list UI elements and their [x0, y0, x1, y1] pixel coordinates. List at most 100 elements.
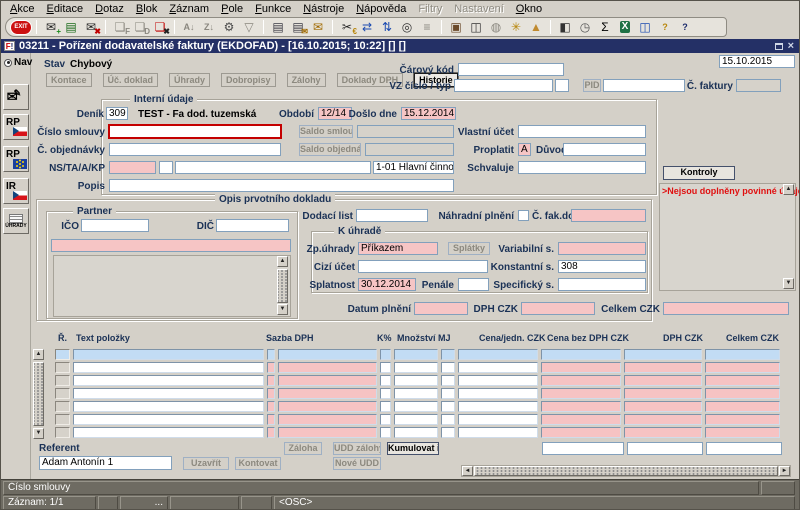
close-window-icon[interactable]: ×	[788, 41, 794, 51]
tab-dobropisy[interactable]: Dobropisy	[221, 73, 276, 87]
total-cena-bez-dph-field[interactable]	[542, 442, 624, 455]
kontroly-button[interactable]: Kontroly	[663, 166, 735, 180]
web-document-icon[interactable]: ◫	[636, 19, 654, 35]
cell-kpct[interactable]	[380, 388, 391, 399]
save-note-icon[interactable]: ◫	[467, 19, 485, 35]
dodaci-list-field[interactable]	[356, 209, 428, 222]
zpuhrady-field[interactable]: Příkazem	[358, 242, 438, 255]
scroll-down-icon[interactable]: ▼	[783, 278, 794, 289]
sort-ascending-icon[interactable]: A↓	[180, 19, 198, 35]
zaloha-button[interactable]: Záloha	[284, 442, 322, 455]
popis-field[interactable]	[109, 179, 454, 192]
folder-d-icon[interactable]: ❏D	[131, 19, 149, 35]
dic-field[interactable]	[216, 219, 289, 232]
specificky-field[interactable]	[558, 278, 646, 291]
dph-czk-field[interactable]	[521, 302, 595, 315]
cell-mnoz[interactable]	[394, 414, 438, 425]
cell-mj[interactable]	[441, 388, 455, 399]
print-icon[interactable]: ▤	[269, 19, 287, 35]
cell-mnoz[interactable]	[394, 362, 438, 373]
folder-cancel-icon[interactable]: ❏✖	[151, 19, 169, 35]
scroll-down-icon[interactable]: ▼	[277, 304, 288, 315]
ta-field[interactable]	[159, 161, 173, 174]
kontovat-button[interactable]: Kontovat	[235, 457, 281, 470]
cell-text[interactable]	[73, 427, 264, 438]
celkem-czk-field[interactable]	[663, 302, 789, 315]
cell-code[interactable]	[267, 401, 275, 412]
export-transfer-icon[interactable]: ⇅	[378, 19, 396, 35]
cell-code[interactable]	[267, 388, 275, 399]
helm-icon[interactable]: ✳	[507, 19, 525, 35]
cell-cjedn[interactable]	[458, 388, 538, 399]
denik-field[interactable]: 309	[106, 107, 128, 120]
schvaluje-field[interactable]	[518, 161, 646, 174]
cell-sel[interactable]	[55, 362, 70, 373]
cell-mj[interactable]	[441, 414, 455, 425]
cell-cdph[interactable]	[624, 375, 702, 386]
clipboard-icon[interactable]: ▣	[447, 19, 465, 35]
cell-kpct[interactable]	[380, 375, 391, 386]
cfakdod-field[interactable]	[571, 209, 646, 222]
send-mail-icon[interactable]: ✉	[309, 19, 327, 35]
cell-kpct[interactable]	[380, 401, 391, 412]
cell-sazba[interactable]	[278, 414, 377, 425]
menu-item-okno[interactable]: Okno	[510, 3, 548, 15]
cell-cdph[interactable]	[624, 401, 702, 412]
new-record-icon[interactable]: ✉+	[42, 19, 60, 35]
cell-ccelk[interactable]	[705, 375, 780, 386]
cell-code[interactable]	[267, 427, 275, 438]
menu-item-akce[interactable]: Akce	[4, 3, 40, 15]
table-scroll-down-icon[interactable]: ▼	[33, 428, 44, 439]
cell-text[interactable]	[73, 388, 264, 399]
pyramid-icon[interactable]: ▲	[527, 19, 545, 35]
tab--doklad[interactable]: Úč. doklad	[103, 73, 159, 87]
cell-kpct[interactable]	[380, 427, 391, 438]
cell-code[interactable]	[267, 375, 275, 386]
cell-mj[interactable]	[441, 349, 455, 360]
sort-descending-icon[interactable]: Z↓	[200, 19, 218, 35]
cell-cjedn[interactable]	[458, 427, 538, 438]
cell-code[interactable]	[267, 349, 275, 360]
cell-sazba[interactable]	[278, 401, 377, 412]
cell-ccelk[interactable]	[705, 401, 780, 412]
menu-item-blok[interactable]: Blok	[130, 3, 163, 15]
cell-mnoz[interactable]	[394, 401, 438, 412]
cell-kpct[interactable]	[380, 362, 391, 373]
cell-sazba[interactable]	[278, 388, 377, 399]
print-mail-icon[interactable]: ▤✉	[289, 19, 307, 35]
menu-item-záznam[interactable]: Záznam	[163, 3, 215, 15]
duvod-field[interactable]	[563, 143, 646, 156]
objednavka-field[interactable]	[109, 143, 281, 156]
saldo-objednavky-button[interactable]: Saldo objednávky	[299, 143, 361, 156]
cell-cbez[interactable]	[541, 349, 621, 360]
cell-cjedn[interactable]	[458, 401, 538, 412]
tab-z-lohy[interactable]: Zálohy	[287, 73, 326, 87]
nahradni-plneni-checkbox[interactable]	[518, 210, 529, 221]
save-record-icon[interactable]: ▤	[62, 19, 80, 35]
cell-sel[interactable]	[55, 375, 70, 386]
menu-item-nástroje[interactable]: Nástroje	[297, 3, 350, 15]
cell-cdph[interactable]	[624, 427, 702, 438]
cell-cbez[interactable]	[541, 414, 621, 425]
scroll-right-icon[interactable]: ►	[779, 466, 790, 476]
cell-mj[interactable]	[441, 362, 455, 373]
cell-text[interactable]	[73, 362, 264, 373]
doslo-field[interactable]: 15.12.2014	[401, 107, 456, 120]
cislo-smlouvy-field[interactable]	[109, 125, 281, 138]
invoice-no-field[interactable]	[736, 79, 781, 92]
tab--hrady[interactable]: Úhrady	[169, 73, 210, 87]
saldo-smlouvy-button[interactable]: Saldo smlouvy	[299, 125, 353, 138]
cell-mnoz[interactable]	[394, 349, 438, 360]
list-icon[interactable]: ≡	[418, 19, 436, 35]
cell-mj[interactable]	[441, 401, 455, 412]
cell-ccelk[interactable]	[705, 427, 780, 438]
cell-ccelk[interactable]	[705, 349, 780, 360]
delete-record-icon[interactable]: ✉✖	[82, 19, 100, 35]
pid-field[interactable]	[603, 79, 685, 92]
partner-address-box[interactable]	[53, 255, 291, 317]
sum-icon[interactable]: Σ	[596, 19, 614, 35]
cell-text[interactable]	[73, 401, 264, 412]
total-celkem-field[interactable]	[706, 442, 782, 455]
cell-sel[interactable]	[55, 414, 70, 425]
users-help-icon[interactable]: ?	[656, 19, 674, 35]
